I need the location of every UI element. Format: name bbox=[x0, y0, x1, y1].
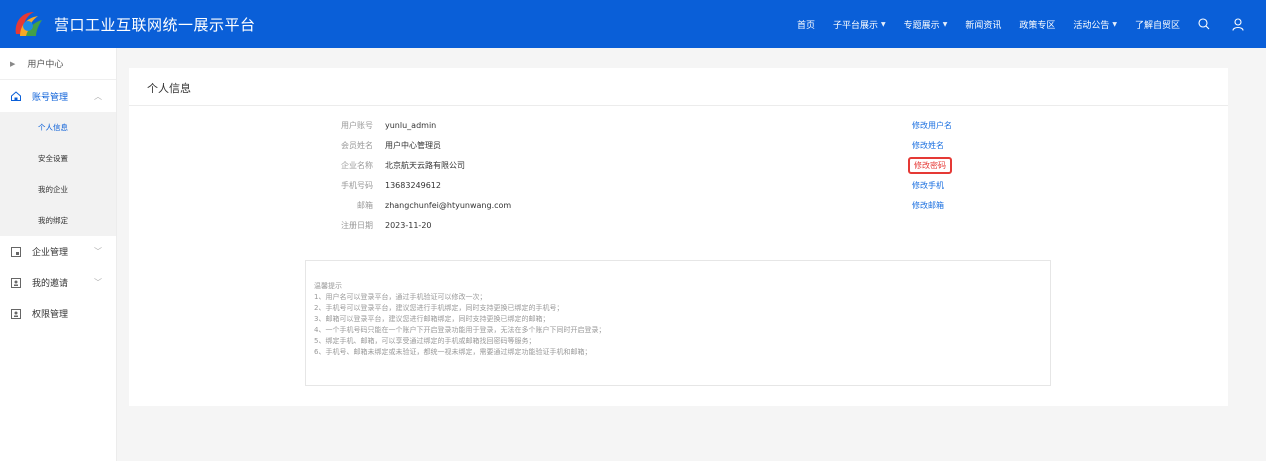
field-label: 注册日期 bbox=[341, 220, 373, 230]
edit-username-link[interactable]: 修改用户名 bbox=[912, 120, 952, 131]
sidebar-submenu: 个人信息 安全设置 我的企业 我的绑定 bbox=[0, 112, 116, 236]
sidebar-label: 企业管理 bbox=[32, 248, 69, 258]
profile-card: 个人信息 用户账号 yunlu_admin 修改用户名 会员姓名 用户中心管理员… bbox=[129, 68, 1228, 406]
nav-label: 子平台展示 bbox=[833, 20, 879, 31]
nav-events[interactable]: 活动公告 ▼ bbox=[1073, 18, 1117, 31]
field-value: 北京航天云路有限公司 bbox=[385, 160, 465, 170]
info-row-account: 用户账号 yunlu_admin 修改用户名 bbox=[129, 117, 1228, 133]
sidebar-label: 账号管理 bbox=[32, 92, 69, 103]
caret-down-icon: ▼ bbox=[942, 20, 948, 28]
tips-line: 3、邮箱可以登录平台，建议您进行邮箱绑定，同时支持更换已绑定的邮箱； bbox=[314, 315, 550, 323]
nav-topics[interactable]: 专题展示 ▼ bbox=[904, 18, 948, 31]
tips-line: 6、手机号、邮箱未绑定或未验证，都统一视未绑定，需要通过绑定功能验证手机和邮箱； bbox=[314, 348, 592, 356]
tips-title: 温馨提示 bbox=[314, 282, 342, 290]
change-password-link[interactable]: 修改密码 bbox=[908, 156, 952, 174]
chevron-down-icon: ﹀ bbox=[94, 247, 102, 256]
caret-down-icon: ▼ bbox=[881, 20, 886, 28]
divider bbox=[129, 105, 1228, 106]
field-label: 手机号码 bbox=[341, 180, 373, 190]
field-label: 企业名称 bbox=[341, 160, 373, 170]
field-value: yunlu_admin bbox=[385, 120, 437, 130]
tips-line: 4、一个手机号码只能在一个账户下开启登录功能用于登录，无法在多个账户下同时开启登… bbox=[314, 326, 606, 334]
sidebar: ▶ 用户中心 账号管理 ︿ 个人信息 安全设置 我的企业 我的绑定 企业管理 ﹀… bbox=[0, 48, 117, 461]
sidebar-label: 用户中心 bbox=[27, 60, 64, 70]
sidebar-item-my-binding[interactable]: 我的绑定 bbox=[0, 205, 116, 236]
sidebar-lower: 企业管理 ﹀ 我的邀请 ﹀ 权限管理 bbox=[0, 236, 116, 329]
tips-line: 5、绑定手机、邮箱，可以享受通过绑定的手机或邮箱找回密码等服务； bbox=[314, 337, 536, 345]
top-header: 营口工业互联网统一展示平台 首页 子平台展示 ▼ 专题展示 ▼ 新闻资讯 政策专区 … bbox=[0, 0, 1266, 48]
nav-label: 活动公告 bbox=[1073, 20, 1110, 31]
info-row-register-date: 注册日期 2023-11-20 bbox=[129, 217, 1228, 233]
page-title: 个人信息 bbox=[147, 82, 191, 95]
tips-line: 1、用户名可以登录平台，通过手机验证可以修改一次； bbox=[314, 293, 487, 301]
sidebar-label: 权限管理 bbox=[32, 310, 69, 320]
field-label: 会员姓名 bbox=[341, 140, 373, 150]
home-icon bbox=[10, 90, 22, 102]
sidebar-group-permissions[interactable]: 权限管理 bbox=[0, 298, 116, 329]
tips-line: 2、手机号可以登录平台，建议您进行手机绑定，同时支持更换已绑定的手机号； bbox=[314, 304, 564, 312]
info-row-member-name: 会员姓名 用户中心管理员 修改姓名 bbox=[129, 137, 1228, 153]
field-value: 2023-11-20 bbox=[385, 220, 432, 230]
edit-email-link[interactable]: 修改邮箱 bbox=[912, 200, 944, 211]
nav-news[interactable]: 新闻资讯 bbox=[965, 18, 1001, 31]
tips-box: 温馨提示 1、用户名可以登录平台，通过手机验证可以修改一次； 2、手机号可以登录… bbox=[305, 260, 1051, 386]
nav-label: 政策专区 bbox=[1019, 20, 1056, 31]
field-label: 用户账号 bbox=[341, 120, 373, 130]
sidebar-item-my-company[interactable]: 我的企业 bbox=[0, 174, 116, 205]
sidebar-label: 我的邀请 bbox=[32, 279, 69, 289]
nav-sub-platforms[interactable]: 子平台展示 ▼ bbox=[833, 18, 886, 31]
sidebar-item-profile[interactable]: 个人信息 bbox=[0, 112, 116, 143]
nav-label: 新闻资讯 bbox=[965, 20, 1002, 31]
chevron-down-icon: ﹀ bbox=[94, 278, 102, 287]
sidebar-group-invitations[interactable]: 我的邀请 ﹀ bbox=[0, 267, 116, 298]
caret-down-icon: ▼ bbox=[1112, 20, 1117, 28]
caret-right-icon: ▶ bbox=[10, 59, 16, 68]
search-icon[interactable] bbox=[1198, 18, 1210, 30]
nav-policy[interactable]: 政策专区 bbox=[1019, 18, 1055, 31]
info-row-email: 邮箱 zhangchunfei@htyunwang.com 修改邮箱 bbox=[129, 197, 1228, 213]
field-value: 用户中心管理员 bbox=[385, 140, 441, 150]
sidebar-user-center[interactable]: ▶ 用户中心 bbox=[0, 48, 116, 80]
chevron-up-icon: ︿ bbox=[94, 91, 102, 101]
platform-title[interactable]: 营口工业互联网统一展示平台 bbox=[54, 14, 256, 35]
field-value: 13683249612 bbox=[385, 180, 441, 190]
logo-icon[interactable] bbox=[12, 8, 44, 40]
nav-home[interactable]: 首页 bbox=[797, 18, 815, 31]
company-icon bbox=[10, 246, 22, 258]
main-nav: 首页 子平台展示 ▼ 专题展示 ▼ 新闻资讯 政策专区 活动公告 ▼ 了解自贸区 bbox=[797, 0, 1266, 48]
sidebar-group-account[interactable]: 账号管理 ︿ bbox=[0, 80, 116, 112]
user-icon[interactable] bbox=[1232, 17, 1244, 31]
permission-icon bbox=[10, 308, 22, 320]
info-row-company: 企业名称 北京航天云路有限公司 修改密码 bbox=[129, 156, 1228, 174]
sidebar-group-company[interactable]: 企业管理 ﹀ bbox=[0, 236, 116, 267]
invite-icon bbox=[10, 277, 22, 289]
nav-free-trade-zone[interactable]: 了解自贸区 bbox=[1135, 18, 1180, 31]
field-label: 邮箱 bbox=[357, 200, 373, 210]
field-value: zhangchunfei@htyunwang.com bbox=[385, 200, 512, 210]
nav-label: 首页 bbox=[797, 20, 816, 31]
nav-label: 了解自贸区 bbox=[1134, 20, 1180, 31]
edit-name-link[interactable]: 修改姓名 bbox=[912, 140, 944, 151]
edit-phone-link[interactable]: 修改手机 bbox=[912, 180, 944, 191]
sidebar-item-security[interactable]: 安全设置 bbox=[0, 143, 116, 174]
nav-label: 专题展示 bbox=[903, 20, 940, 31]
info-row-phone: 手机号码 13683249612 修改手机 bbox=[129, 177, 1228, 193]
